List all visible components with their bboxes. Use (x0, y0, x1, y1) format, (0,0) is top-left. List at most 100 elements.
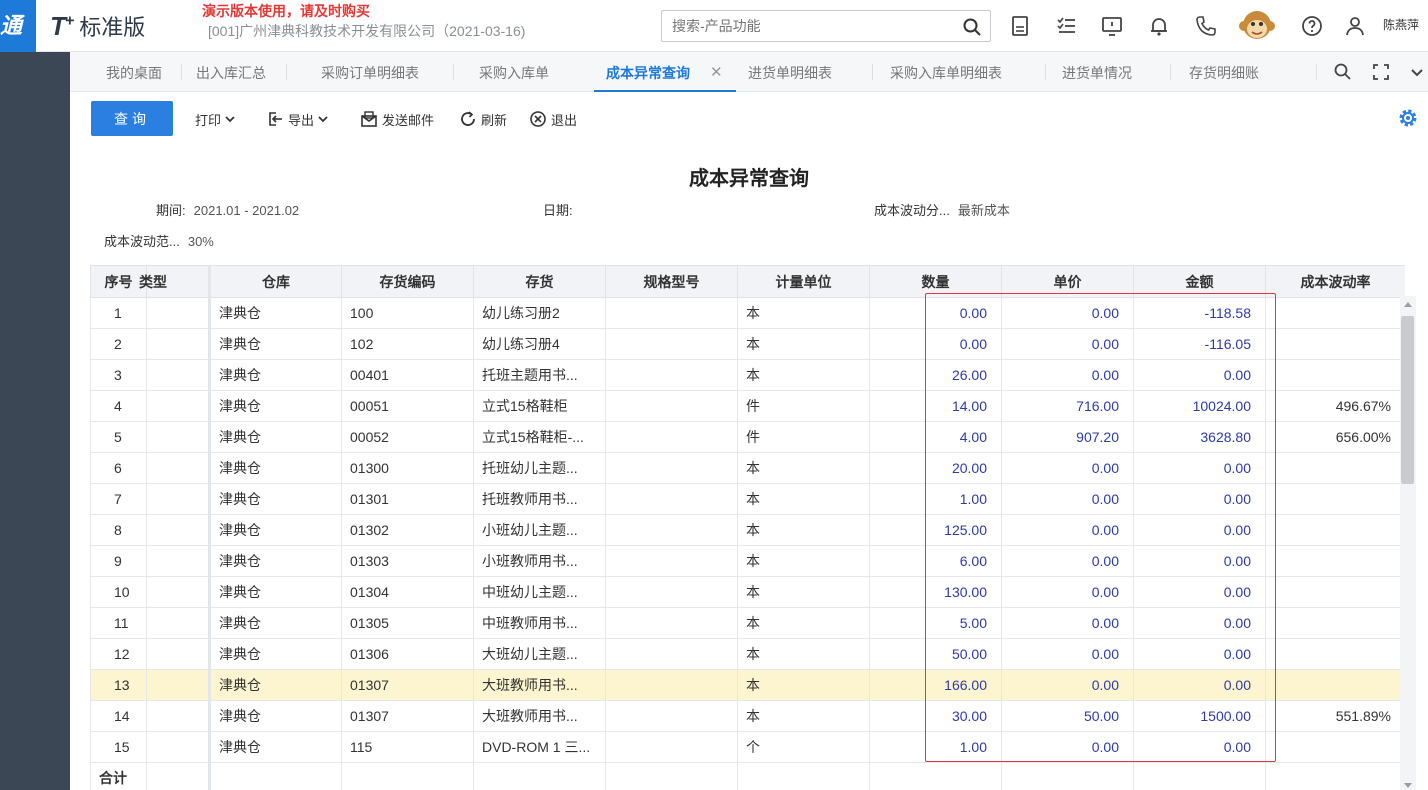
cell-unit-price[interactable]: 0.00 (1001, 669, 1134, 701)
cell-item-code[interactable]: 100 (341, 297, 474, 329)
username[interactable]: 陈燕萍 (1383, 16, 1419, 33)
cell-seq[interactable]: 12 (90, 638, 147, 670)
cell-unit[interactable]: 本 (737, 700, 870, 732)
cell-item[interactable]: 立式15格鞋柜 (473, 390, 606, 422)
cell-seq[interactable]: 3 (90, 359, 147, 391)
cell-quantity[interactable]: 166.00 (869, 669, 1002, 701)
cell-unit-price[interactable]: 50.00 (1001, 700, 1134, 732)
cell-item[interactable]: 小班幼儿主题... (473, 514, 606, 546)
column-header-item-code[interactable]: 存货编码 (341, 265, 474, 298)
cell-seq[interactable]: 6 (90, 452, 147, 484)
cell-amount[interactable]: -116.05 (1133, 328, 1266, 360)
column-header-quantity[interactable]: 数量 (869, 265, 1002, 298)
cell-item-code[interactable]: 01300 (341, 452, 474, 484)
cell-item[interactable]: 幼儿练习册2 (473, 297, 606, 329)
tab-list-chevron-down-icon[interactable] (1406, 61, 1428, 83)
cell-warehouse[interactable]: 津典仓 (209, 297, 342, 329)
scrollbar-thumb[interactable] (1401, 316, 1414, 484)
user-icon[interactable] (1343, 14, 1367, 38)
cell-unit-price[interactable]: 0.00 (1001, 452, 1134, 484)
cell-type[interactable] (146, 452, 211, 484)
cell-cost-fluctuation-rate[interactable] (1265, 607, 1405, 639)
cell-warehouse[interactable]: 津典仓 (209, 731, 342, 763)
cell-item-code[interactable]: 01306 (341, 638, 474, 670)
cell-quantity[interactable]: 4.00 (869, 421, 1002, 453)
cell-cost-fluctuation-rate[interactable] (1265, 514, 1405, 546)
cell-spec[interactable] (605, 638, 738, 670)
cell-quantity[interactable]: 14.00 (869, 390, 1002, 422)
cell-item[interactable]: 大班教师用书... (473, 669, 606, 701)
cell-unit[interactable]: 个 (737, 731, 870, 763)
cell-amount[interactable]: 1500.00 (1133, 700, 1266, 732)
cell-amount[interactable]: 0.00 (1133, 669, 1266, 701)
column-header-spec[interactable]: 规格型号 (605, 265, 738, 298)
cell-item-code[interactable]: 01304 (341, 576, 474, 608)
table-row[interactable]: 11 津典仓 01305 中班教师用书... 本 5.00 0.00 0.00 (90, 607, 1405, 639)
cell-amount[interactable]: 0.00 (1133, 576, 1266, 608)
cell-quantity[interactable]: 125.00 (869, 514, 1002, 546)
cell-warehouse[interactable]: 津典仓 (209, 545, 342, 577)
cell-unit[interactable]: 本 (737, 607, 870, 639)
cell-unit[interactable]: 本 (737, 297, 870, 329)
gear-icon[interactable] (1396, 106, 1420, 130)
cell-seq[interactable]: 5 (90, 421, 147, 453)
tab-inventory-ledger[interactable]: 存货明细账 (1189, 52, 1259, 92)
search-icon[interactable] (962, 17, 982, 37)
cell-amount[interactable]: 0.00 (1133, 638, 1266, 670)
cell-cost-fluctuation-rate[interactable] (1265, 545, 1405, 577)
cell-item[interactable]: 中班幼儿主题... (473, 576, 606, 608)
message-icon[interactable] (1100, 14, 1124, 38)
cell-cost-fluctuation-rate[interactable] (1265, 359, 1405, 391)
cell-quantity[interactable]: 0.00 (869, 328, 1002, 360)
cell-item-code[interactable]: 01307 (341, 700, 474, 732)
cell-unit[interactable]: 件 (737, 421, 870, 453)
table-row[interactable]: 3 津典仓 00401 托班主题用书... 本 26.00 0.00 0.00 (90, 359, 1405, 391)
cell-amount[interactable]: 3628.80 (1133, 421, 1266, 453)
cell-warehouse[interactable]: 津典仓 (209, 359, 342, 391)
cell-spec[interactable] (605, 576, 738, 608)
cell-item-code[interactable]: 102 (341, 328, 474, 360)
cell-warehouse[interactable]: 津典仓 (209, 638, 342, 670)
cell-item-code[interactable]: 01305 (341, 607, 474, 639)
cell-seq[interactable]: 2 (90, 328, 147, 360)
tab-my-desktop[interactable]: 我的桌面 (106, 52, 162, 92)
cell-spec[interactable] (605, 607, 738, 639)
cell-item-code[interactable]: 00051 (341, 390, 474, 422)
cell-quantity[interactable]: 26.00 (869, 359, 1002, 391)
cell-cost-fluctuation-rate[interactable] (1265, 731, 1405, 763)
cell-cost-fluctuation-rate[interactable] (1265, 638, 1405, 670)
cell-seq[interactable]: 7 (90, 483, 147, 515)
cell-type[interactable] (146, 421, 211, 453)
cell-cost-fluctuation-rate[interactable] (1265, 576, 1405, 608)
cell-item-code[interactable]: 01307 (341, 669, 474, 701)
cell-warehouse[interactable]: 津典仓 (209, 514, 342, 546)
cell-type[interactable] (146, 607, 211, 639)
scroll-down-arrow-icon[interactable] (1404, 783, 1412, 788)
tab-search-icon[interactable] (1332, 61, 1354, 83)
cell-unit[interactable]: 本 (737, 328, 870, 360)
cell-type[interactable] (146, 731, 211, 763)
tab-cost-anomaly-query[interactable]: 成本异常查询 ✕ (594, 52, 736, 92)
cell-cost-fluctuation-rate[interactable]: 551.89% (1265, 700, 1405, 732)
cell-warehouse[interactable]: 津典仓 (209, 421, 342, 453)
checklist-icon[interactable] (1055, 14, 1079, 38)
cell-item[interactable]: 托班主题用书... (473, 359, 606, 391)
exit-button[interactable]: 退出 (529, 108, 577, 130)
cell-seq[interactable]: 15 (90, 731, 147, 763)
cell-seq[interactable]: 13 (90, 669, 147, 701)
table-row[interactable]: 1 津典仓 100 幼儿练习册2 本 0.00 0.00 -118.58 (90, 297, 1405, 329)
cell-seq[interactable]: 8 (90, 514, 147, 546)
cell-unit[interactable]: 本 (737, 483, 870, 515)
cell-amount[interactable]: 10024.00 (1133, 390, 1266, 422)
column-header-warehouse[interactable]: 仓库 (209, 265, 342, 298)
tab-incoming-detail[interactable]: 进货单明细表 (748, 52, 832, 92)
calculator-icon[interactable] (1008, 14, 1032, 38)
cell-unit-price[interactable]: 0.00 (1001, 359, 1134, 391)
cell-spec[interactable] (605, 421, 738, 453)
cell-item[interactable]: 托班幼儿主题... (473, 452, 606, 484)
search-input[interactable] (662, 11, 952, 41)
cell-quantity[interactable]: 6.00 (869, 545, 1002, 577)
tab-incoming-status[interactable]: 进货单情况 (1062, 52, 1132, 92)
cell-type[interactable] (146, 359, 211, 391)
phone-icon[interactable] (1194, 14, 1218, 38)
